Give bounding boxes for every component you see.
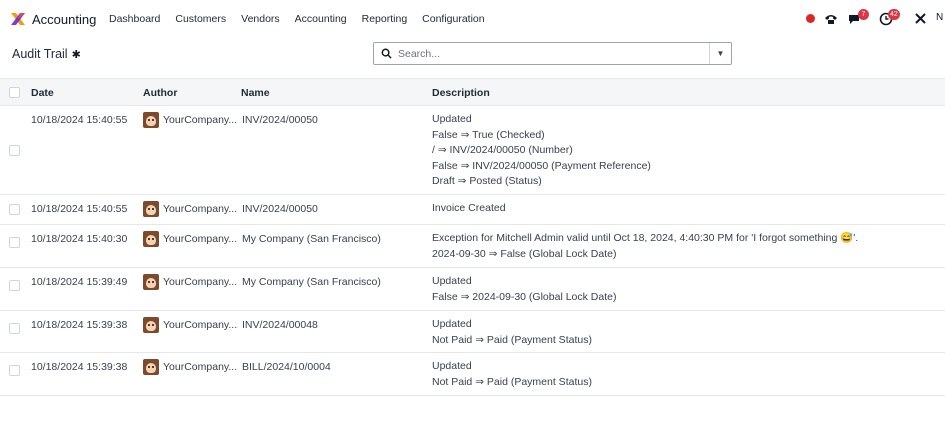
user-menu-icon[interactable]: N (936, 13, 943, 23)
gear-icon[interactable]: ✱ (72, 48, 81, 61)
cell-author: YourCompany... (143, 231, 237, 247)
cell-name: INV/2024/00048 (242, 319, 318, 331)
description-line: False ⇒ 2024-09-30 (Global Lock Date) (432, 290, 617, 303)
cell-date: 10/18/2024 15:40:55 (31, 203, 128, 215)
table-row[interactable]: 10/18/2024 15:40:55 YourCompany... INV/202… (0, 195, 945, 225)
cell-date: 10/18/2024 15:39:49 (31, 276, 128, 288)
accounting-logo-icon[interactable] (10, 11, 26, 27)
cell-author: YourCompany... (143, 359, 237, 375)
cell-author: YourCompany... (143, 274, 237, 290)
avatar (143, 231, 159, 247)
table-header: Date Author Name Description (0, 78, 945, 106)
cell-author: YourCompany... (143, 317, 237, 333)
avatar (143, 317, 159, 333)
top-navbar: Accounting Dashboard Customers Vendors A… (0, 0, 945, 38)
search-input[interactable] (398, 47, 698, 60)
cell-author: YourCompany... (143, 201, 237, 217)
description-line: Draft ⇒ Posted (Status) (432, 175, 542, 187)
author-name: YourCompany... (163, 203, 238, 215)
cell-description: Updated False ⇒ 2024-09-30 (Global Lock D… (432, 274, 616, 305)
row-checkbox[interactable] (9, 204, 20, 215)
cell-description: Invoice Created (432, 201, 506, 217)
app-name[interactable]: Accounting (32, 12, 96, 27)
cell-name: INV/2024/00050 (242, 203, 318, 215)
avatar (143, 274, 159, 290)
cell-author: YourCompany... (143, 112, 237, 128)
description-line: Not Paid ⇒ Paid (Payment Status) (432, 333, 592, 346)
author-name: YourCompany... (163, 319, 238, 331)
table-row[interactable]: 10/18/2024 15:40:55 YourCompany... INV/202… (0, 106, 945, 195)
page-title: Audit Trail ✱ (12, 47, 81, 61)
author-name: YourCompany... (163, 276, 238, 288)
cell-date: 10/18/2024 15:40:55 (31, 114, 128, 126)
description-line: 2024-09-30 ⇒ False (Global Lock Date) (432, 247, 617, 260)
menu-vendors[interactable]: Vendors (241, 13, 280, 25)
row-checkbox[interactable] (9, 323, 20, 334)
table-row[interactable]: 10/18/2024 15:39:49 YourCompany... My Comp… (0, 268, 945, 311)
activity-badge: 42 (888, 9, 900, 20)
column-header-author[interactable]: Author (143, 87, 177, 99)
menu-dashboard[interactable]: Dashboard (109, 13, 160, 25)
column-header-name[interactable]: Name (241, 87, 270, 99)
cell-name: BILL/2024/10/0004 (242, 361, 331, 373)
messages-badge: 7 (858, 9, 869, 20)
description-line: Updated (432, 360, 472, 372)
menu-reporting[interactable]: Reporting (362, 13, 408, 25)
avatar (143, 359, 159, 375)
description-line: False ⇒ INV/2024/00050 (Payment Referenc… (432, 159, 651, 172)
phone-icon[interactable] (824, 12, 838, 26)
page-title-text: Audit Trail (12, 47, 68, 61)
search-bar[interactable]: ▼ (373, 42, 732, 65)
avatar (143, 112, 159, 128)
row-checkbox[interactable] (9, 145, 20, 156)
author-name: YourCompany... (163, 233, 238, 245)
column-header-description[interactable]: Description (432, 87, 490, 99)
cell-name: INV/2024/00050 (242, 114, 318, 126)
cell-description: Updated False ⇒ True (Checked) / ⇒ INV/202… (432, 112, 651, 190)
cell-description: Exception for Mitchell Admin valid until… (432, 231, 858, 262)
chevron-down-icon[interactable]: ▼ (709, 43, 731, 64)
description-line: False ⇒ True (Checked) (432, 128, 545, 141)
description-line: Updated (432, 113, 472, 125)
audit-trail-table: Date Author Name Description 10/18/2024 … (0, 78, 945, 396)
row-checkbox[interactable] (9, 237, 20, 248)
cell-name: My Company (San Francisco) (242, 276, 381, 288)
table-row[interactable]: 10/18/2024 15:39:38 YourCompany... INV/202… (0, 311, 945, 353)
table-body: 10/18/2024 15:40:55 YourCompany... INV/202… (0, 106, 945, 396)
menu-accounting[interactable]: Accounting (295, 13, 347, 25)
search-icon (381, 48, 392, 59)
row-checkbox[interactable] (9, 365, 20, 376)
menu-customers[interactable]: Customers (175, 13, 226, 25)
table-row[interactable]: 10/18/2024 15:39:38 YourCompany... BILL/20… (0, 353, 945, 396)
cell-name: My Company (San Francisco) (242, 233, 381, 245)
description-line: Exception for Mitchell Admin valid until… (432, 232, 859, 244)
description-line: Invoice Created (432, 202, 506, 214)
description-line: Updated (432, 275, 472, 287)
author-name: YourCompany... (163, 114, 238, 126)
tools-icon[interactable] (914, 12, 927, 25)
cell-description: Updated Not Paid ⇒ Paid (Payment Status) (432, 317, 592, 348)
author-name: YourCompany... (163, 361, 238, 373)
avatar (143, 201, 159, 217)
column-header-date[interactable]: Date (31, 87, 54, 99)
row-checkbox[interactable] (9, 280, 20, 291)
table-row[interactable]: 10/18/2024 15:40:30 YourCompany... My Comp… (0, 225, 945, 268)
description-line: Updated (432, 318, 472, 330)
cell-date: 10/18/2024 15:40:30 (31, 233, 128, 245)
cell-date: 10/18/2024 15:39:38 (31, 319, 128, 331)
description-line: / ⇒ INV/2024/00050 (Number) (432, 144, 573, 156)
select-all-checkbox[interactable] (9, 87, 20, 98)
status-dot-icon[interactable] (806, 14, 815, 23)
description-line: Not Paid ⇒ Paid (Payment Status) (432, 375, 592, 388)
menu-configuration[interactable]: Configuration (422, 13, 484, 25)
cell-date: 10/18/2024 15:39:38 (31, 361, 128, 373)
cell-description: Updated Not Paid ⇒ Paid (Payment Status) (432, 359, 592, 390)
main-menu: Dashboard Customers Vendors Accounting R… (109, 13, 500, 25)
